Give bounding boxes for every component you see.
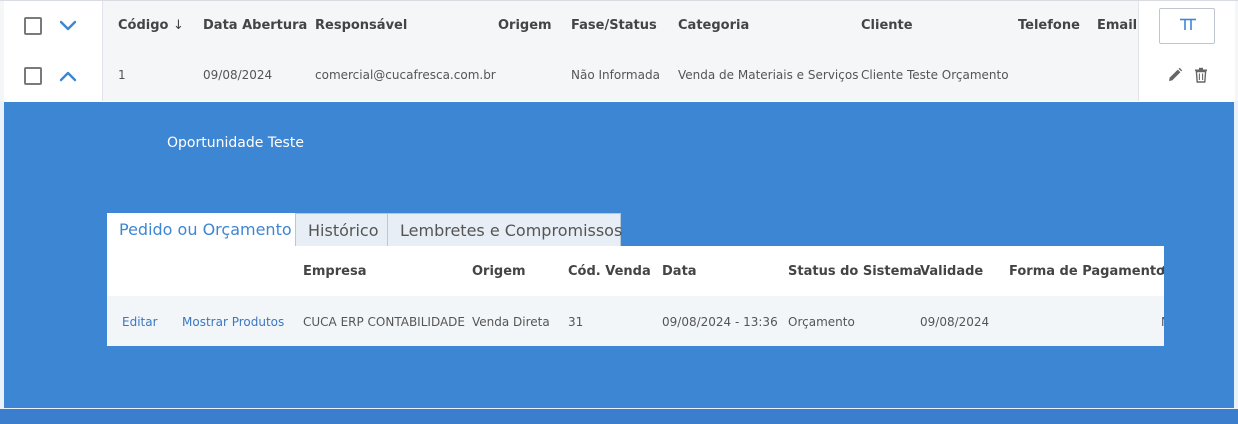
orders-table: Empresa Origem Cód. Venda Data Status do…: [107, 246, 1164, 346]
detail-left-edge: [0, 101, 4, 408]
header-select-cell: [4, 1, 103, 51]
column-email[interactable]: Email: [1097, 18, 1137, 33]
table-row[interactable]: Editar Mostrar Produtos CUCA ERP CONTABI…: [107, 296, 1164, 346]
cell-categoria: Venda de Materiais e Serviços: [678, 68, 859, 82]
orders-column-forma-pagamento[interactable]: Forma de Pagamento: [1009, 264, 1164, 279]
grid-header-row: Código ↓ Data Abertura Responsável Orige…: [0, 0, 1238, 51]
orders-column-origem[interactable]: Origem: [472, 264, 526, 279]
cell-extra: N: [1161, 315, 1164, 329]
orders-column-cod-venda[interactable]: Cód. Venda: [568, 264, 651, 279]
tab-historico[interactable]: Histórico: [295, 213, 388, 246]
orders-column-empresa[interactable]: Empresa: [303, 264, 366, 279]
pencil-icon[interactable]: [1167, 67, 1183, 83]
select-all-checkbox[interactable]: [24, 17, 42, 35]
cell-cliente: Cliente Teste Orçamento: [861, 68, 1009, 82]
sort-arrow-icon: ↓: [173, 18, 184, 33]
column-data-abertura[interactable]: Data Abertura: [203, 18, 307, 33]
columns-icon: [1180, 18, 1196, 30]
show-products-link[interactable]: Mostrar Produtos: [182, 315, 284, 329]
cell-fase-status: Não Informada: [571, 68, 660, 82]
table-row[interactable]: 1 09/08/2024 comercial@cucafresca.com.br…: [0, 51, 1238, 101]
cell-responsavel: comercial@cucafresca.com.br: [315, 68, 496, 82]
orders-column-validade[interactable]: Validade: [920, 264, 983, 279]
cell-data-abertura: 09/08/2024: [203, 68, 273, 82]
column-origem[interactable]: Origem: [498, 18, 552, 33]
orders-column-data[interactable]: Data: [662, 264, 697, 279]
edit-link[interactable]: Editar: [122, 315, 158, 329]
column-categoria[interactable]: Categoria: [678, 18, 749, 33]
tab-lembretes-compromissos[interactable]: Lembretes e Compromissos: [387, 213, 622, 246]
column-chooser-button[interactable]: [1159, 8, 1215, 44]
column-cliente[interactable]: Cliente: [861, 18, 913, 33]
column-responsavel[interactable]: Responsável: [315, 18, 407, 33]
column-fase-status[interactable]: Fase/Status: [571, 18, 657, 33]
column-codigo[interactable]: Código ↓: [118, 18, 184, 33]
tab-pedido-orcamento[interactable]: Pedido ou Orçamento: [107, 213, 295, 246]
column-telefone[interactable]: Telefone: [1018, 18, 1080, 33]
row-actions-cell: [1138, 51, 1235, 101]
detail-right-edge: [1234, 101, 1238, 408]
row-checkbox[interactable]: [24, 67, 42, 85]
cell-data: 09/08/2024 - 13:36: [662, 315, 778, 329]
row-select-cell: [4, 51, 103, 101]
next-row-strip: [0, 409, 1238, 424]
opportunity-description: Oportunidade Teste: [167, 135, 304, 151]
chevron-up-icon[interactable]: [58, 66, 78, 86]
cell-validade: 09/08/2024: [920, 315, 990, 329]
cell-status: Orçamento: [788, 315, 855, 329]
cell-origem: Venda Direta: [472, 315, 550, 329]
cell-codigo: 1: [118, 68, 126, 82]
cell-cod-venda: 31: [568, 315, 584, 329]
orders-column-extra[interactable]: C: [1161, 264, 1164, 279]
orders-column-status[interactable]: Status do Sistema: [788, 264, 922, 279]
orders-header-row: Empresa Origem Cód. Venda Data Status do…: [107, 246, 1164, 296]
chevron-down-icon[interactable]: [58, 16, 78, 36]
cell-empresa: CUCA ERP CONTABILIDADE: [303, 315, 465, 329]
trash-icon[interactable]: [1194, 67, 1208, 83]
row-divider: [0, 101, 1238, 102]
